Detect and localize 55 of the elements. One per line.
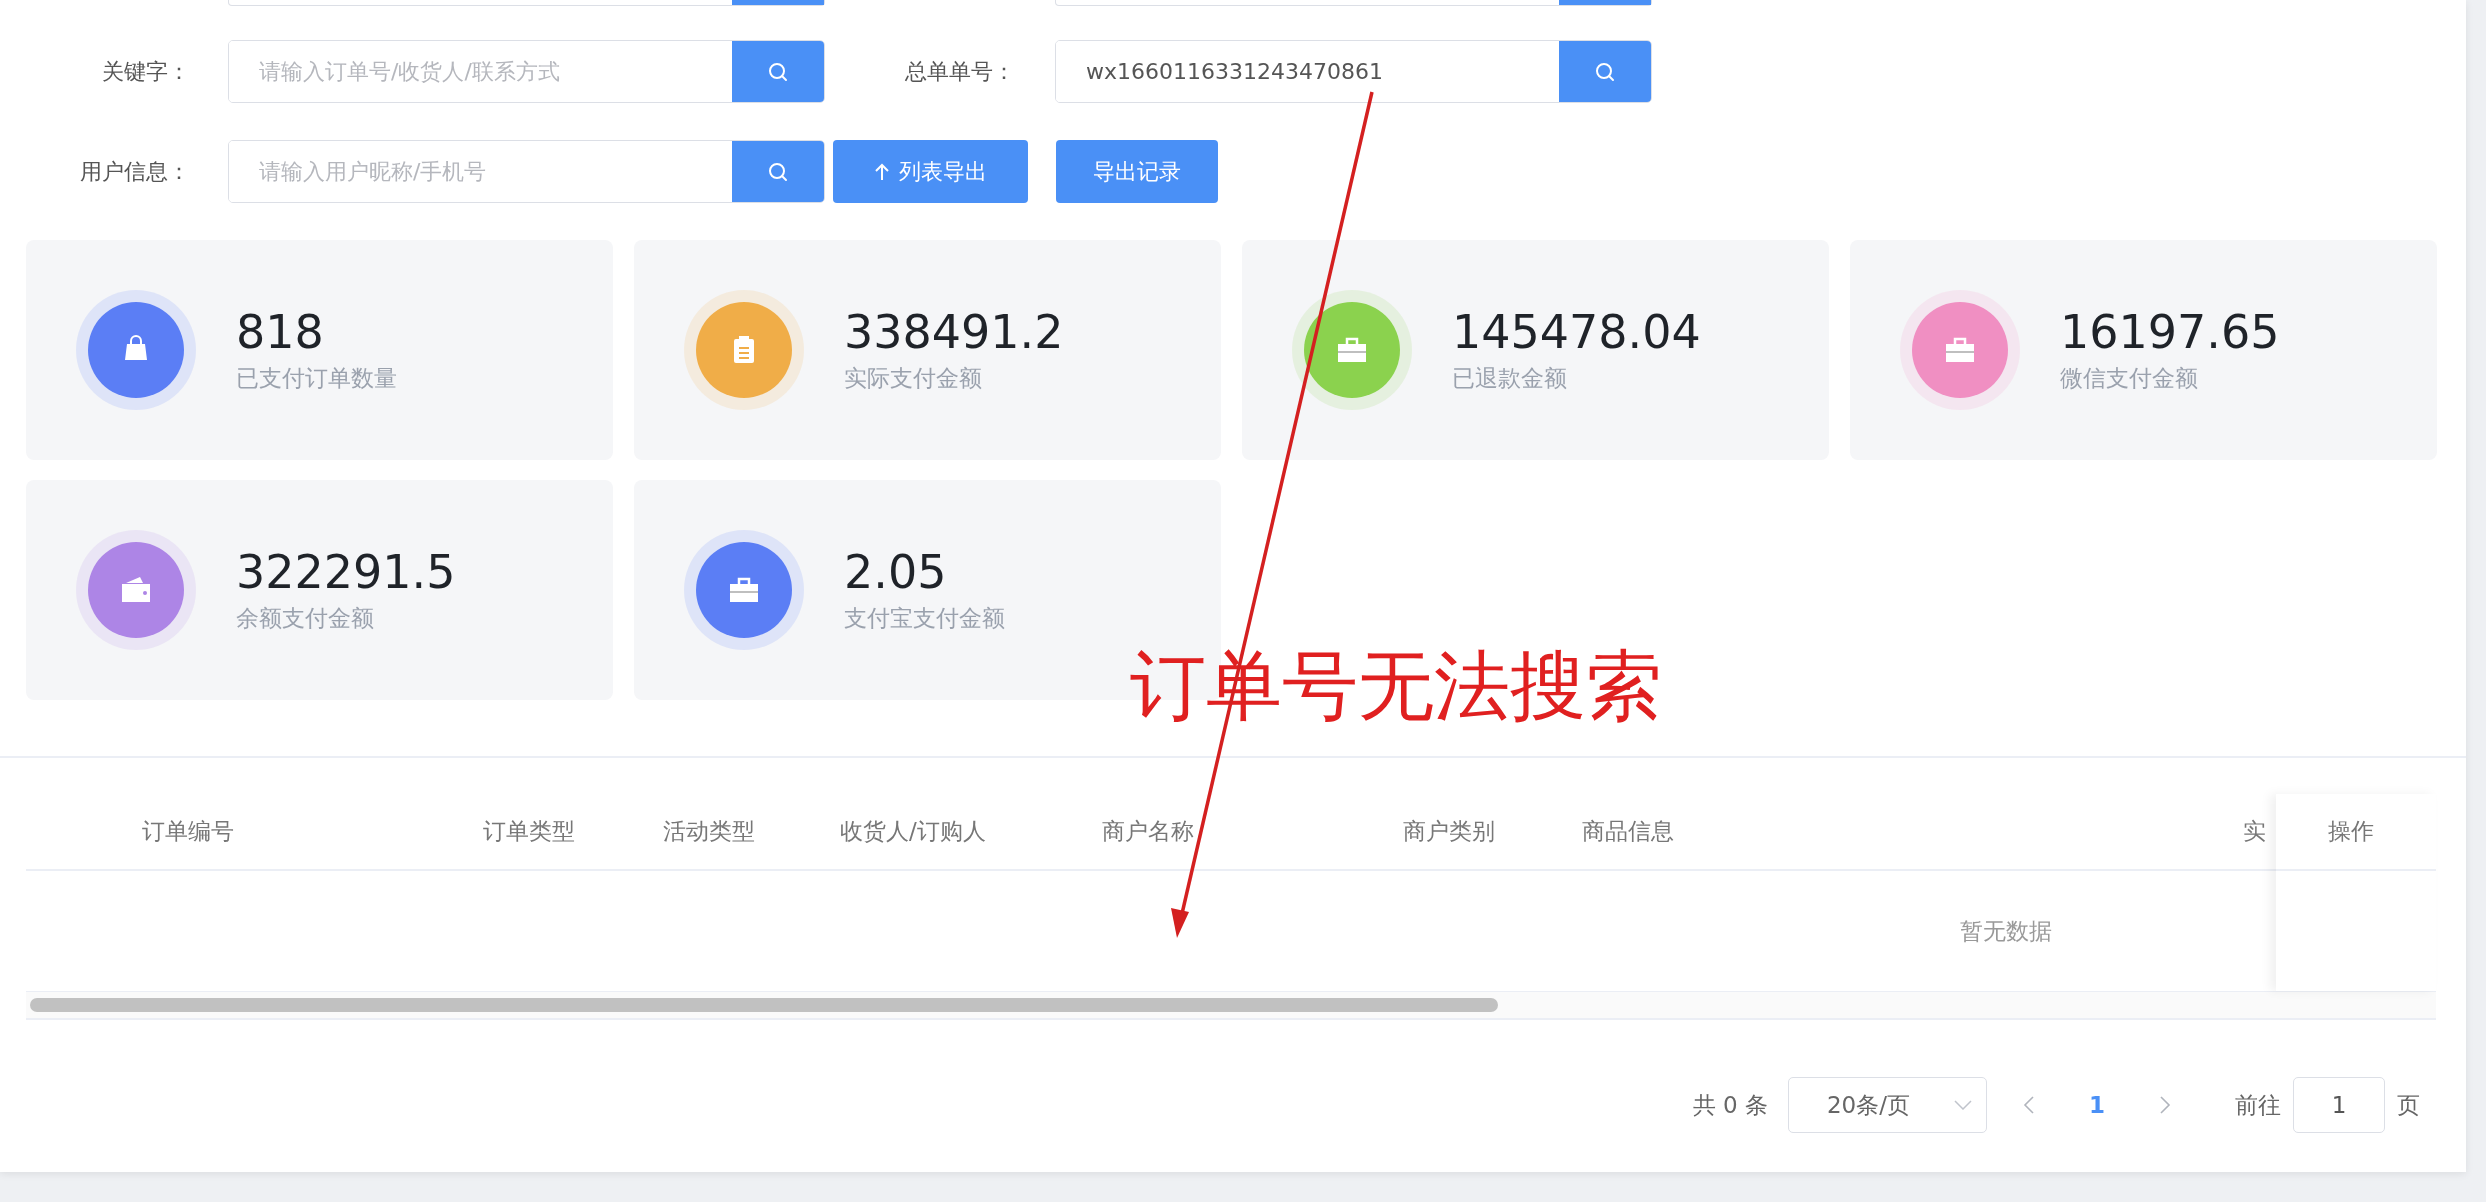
column-header: 商户类别 <box>1403 818 1495 844</box>
stat-label: 已支付订单数量 <box>236 363 397 393</box>
stat-value: 818 <box>236 306 325 359</box>
briefcase-icon <box>1945 337 1975 362</box>
stat-label: 微信支付金额 <box>2060 363 2199 393</box>
field-label: 用户信息： <box>79 157 190 186</box>
input-field[interactable] <box>228 0 825 6</box>
stat-label: 实际支付金额 <box>844 363 983 393</box>
page-number[interactable]: 1 <box>2089 1092 2105 1118</box>
stat-label: 已退款金额 <box>1452 363 1568 393</box>
search-field[interactable]: wx1660116331243470861 <box>1055 40 1652 103</box>
column-header: 订单类型 <box>483 818 575 844</box>
search-button[interactable] <box>732 41 824 102</box>
field-label: 总单单号： <box>904 57 1015 86</box>
stat-label: 余额支付金额 <box>236 603 375 633</box>
goto-label: 前往 <box>2235 1090 2281 1120</box>
export-button[interactable]: 导出记录 <box>1056 140 1218 203</box>
briefcase-icon <box>1337 337 1367 362</box>
chevron-down-icon <box>1954 1100 1972 1110</box>
briefcase-icon <box>729 577 759 602</box>
column-header: 收货人/订购人 <box>840 818 986 844</box>
export-button[interactable]: 列表导出 <box>833 140 1028 203</box>
input-field[interactable] <box>1055 0 1652 6</box>
scrollbar-thumb[interactable] <box>30 998 1498 1012</box>
column-header: 活动类型 <box>663 818 755 844</box>
chevron-right-icon[interactable] <box>2159 1095 2171 1115</box>
bag-icon <box>125 335 147 360</box>
upload-icon <box>874 162 889 181</box>
column-header: 实 <box>2243 818 2266 844</box>
stat-value: 145478.04 <box>1452 306 1701 359</box>
field-label: 关键字： <box>101 57 190 86</box>
stat-value: 338491.2 <box>844 306 1064 359</box>
search-button[interactable] <box>1559 41 1651 102</box>
column-header: 商品信息 <box>1582 818 1674 844</box>
wallet-icon <box>122 577 150 602</box>
search-icon <box>767 160 789 183</box>
total-count: 共 0 条 <box>1692 1090 1768 1120</box>
search-icon <box>1594 60 1616 83</box>
stat-value: 322291.5 <box>236 546 456 599</box>
stat-value: 2.05 <box>844 546 948 599</box>
column-header: 商户名称 <box>1102 818 1194 844</box>
stat-label: 支付宝支付金额 <box>844 603 1005 633</box>
page-input[interactable]: 1 <box>2293 1077 2385 1133</box>
chevron-left-icon[interactable] <box>2023 1095 2035 1115</box>
page-unit: 页 <box>2397 1090 2420 1120</box>
search-field[interactable]: 请输入用户昵称/手机号 <box>228 140 825 203</box>
column-header: 操作 <box>2328 817 2374 846</box>
clipboard-icon <box>734 336 754 363</box>
stat-value: 16197.65 <box>2060 306 2280 359</box>
column-header: 订单编号 <box>142 818 234 844</box>
search-icon <box>767 60 789 83</box>
page-size-select[interactable]: 20条/页 <box>1788 1077 1987 1133</box>
empty-message: 暂无数据 <box>1960 916 2052 946</box>
search-button[interactable] <box>732 141 824 202</box>
search-field[interactable]: 请输入订单号/收货人/联系方式 <box>228 40 825 103</box>
